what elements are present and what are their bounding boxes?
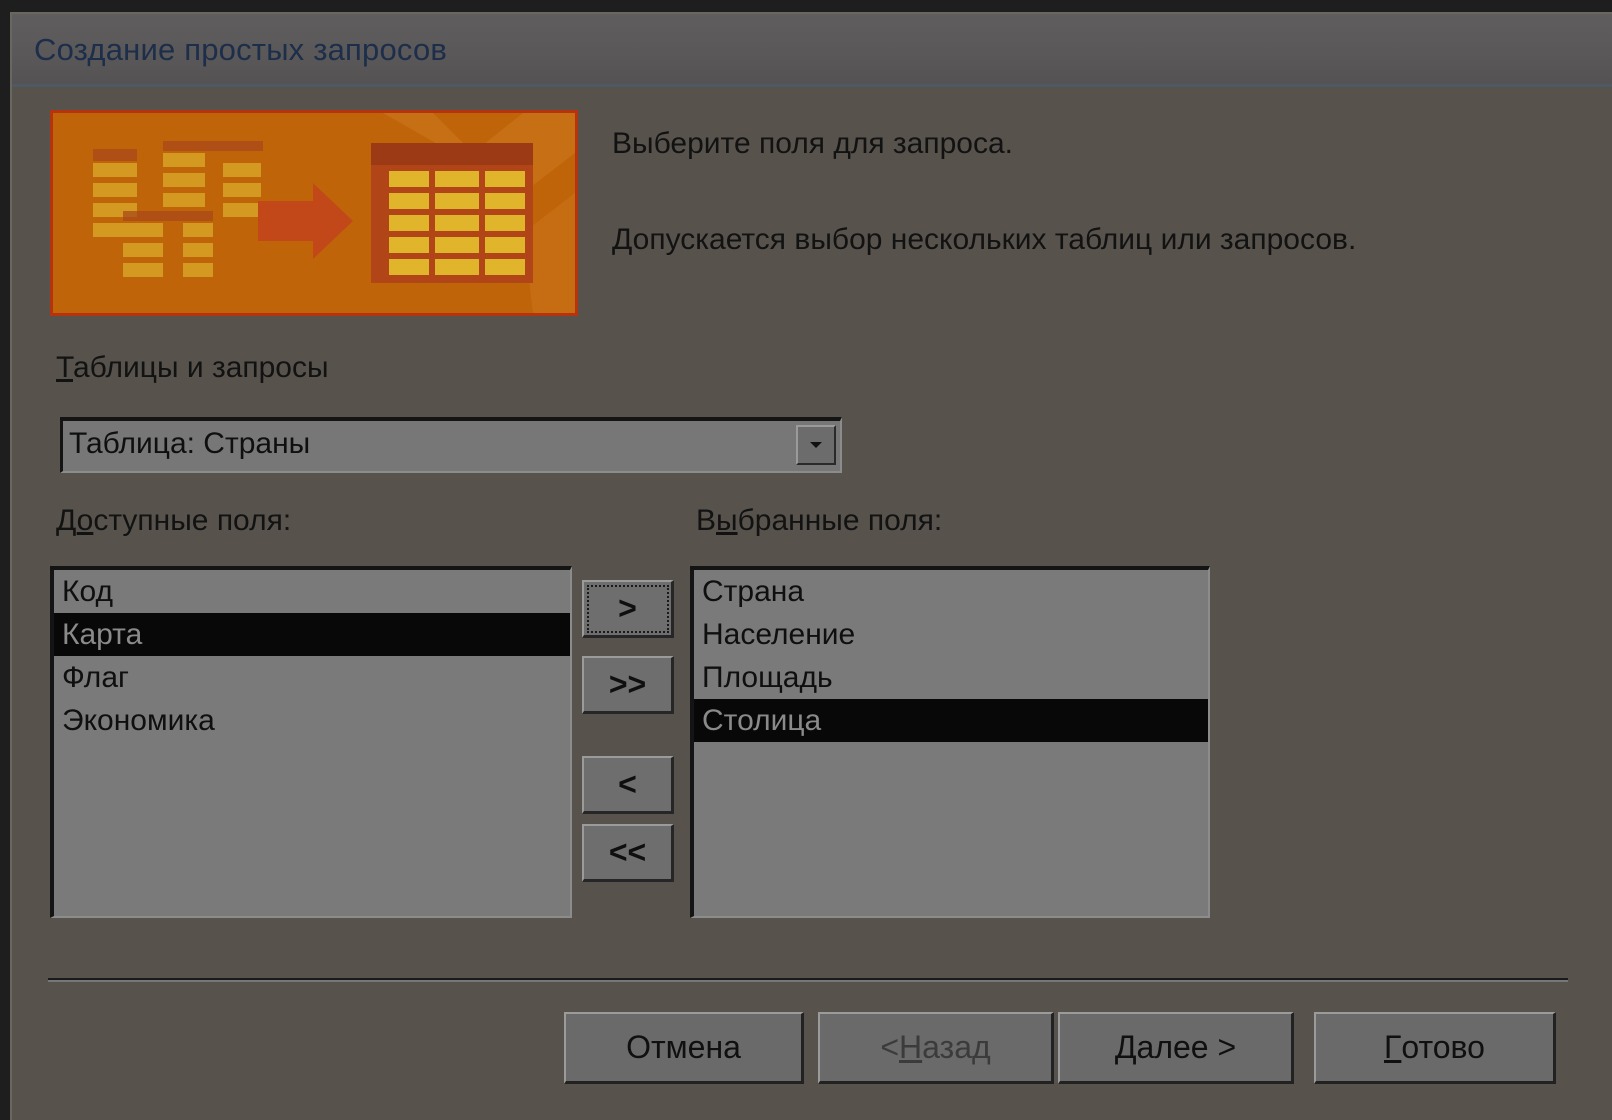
- finish-button[interactable]: Готово: [1314, 1012, 1556, 1084]
- available-fields-label: Доступные поля:: [56, 504, 291, 538]
- available-field-item-selected[interactable]: Карта: [54, 613, 570, 656]
- selected-field-item[interactable]: Площадь: [694, 656, 1208, 699]
- footer-separator: [48, 978, 1568, 982]
- combobox-value: Таблица: Страны: [69, 427, 311, 460]
- add-field-button[interactable]: >: [582, 580, 674, 638]
- selected-field-item[interactable]: Население: [694, 613, 1208, 656]
- back-label-post: азад: [922, 1029, 991, 1065]
- available-label-pre: Д: [56, 504, 77, 537]
- available-field-item[interactable]: Флаг: [54, 656, 570, 699]
- window-title: Создание простых запросов: [34, 32, 448, 67]
- finish-label-mnemonic: Г: [1384, 1029, 1402, 1065]
- selected-fields-listbox[interactable]: Страна Население Площадь Столица: [690, 566, 1210, 918]
- add-all-fields-button[interactable]: >>: [582, 656, 674, 714]
- wizard-illustration: [50, 110, 578, 316]
- intro-text-fields: Выберите поля для запроса.: [612, 127, 1013, 160]
- selected-label-pre: В: [696, 504, 717, 537]
- cancel-button[interactable]: Отмена: [564, 1012, 804, 1084]
- next-label-mnemonic: Д: [1114, 1029, 1137, 1065]
- simple-query-wizard-dialog: Создание простых запросов Выберите поля …: [10, 12, 1612, 1120]
- available-field-item[interactable]: Экономика: [54, 699, 570, 742]
- finish-label-post: отово: [1401, 1029, 1485, 1065]
- next-button[interactable]: Далее >: [1058, 1012, 1294, 1084]
- selected-label-post: бранные поля:: [737, 504, 943, 537]
- tables-queries-combobox[interactable]: Таблица: Страны: [60, 417, 842, 473]
- available-label-post: ступные поля:: [93, 504, 292, 537]
- selected-label-mnemonic: ы: [716, 504, 738, 537]
- selected-field-item-selected[interactable]: Столица: [694, 699, 1208, 742]
- tables-label-mnemonic: Т: [56, 351, 73, 384]
- table-to-query-icon: [53, 113, 575, 313]
- back-button[interactable]: < Назад: [818, 1012, 1054, 1084]
- back-label-pre: <: [880, 1029, 899, 1065]
- remove-all-fields-button[interactable]: <<: [582, 824, 674, 882]
- chevron-down-icon: [810, 442, 822, 448]
- available-fields-listbox[interactable]: Код Карта Флаг Экономика: [50, 566, 572, 918]
- selected-fields-label: Выбранные поля:: [696, 504, 942, 538]
- selected-field-item[interactable]: Страна: [694, 570, 1208, 613]
- tables-queries-label: Таблицы и запросы: [56, 351, 329, 385]
- combobox-dropdown-button[interactable]: [796, 425, 836, 465]
- available-field-item[interactable]: Код: [54, 570, 570, 613]
- back-label-mnemonic: Н: [899, 1029, 923, 1065]
- tables-label-text: аблицы и запросы: [72, 351, 329, 384]
- available-label-mnemonic: о: [76, 504, 94, 537]
- title-bar[interactable]: Создание простых запросов: [12, 14, 1612, 87]
- intro-text-multiple-tables: Допускается выбор нескольких таблиц или …: [612, 223, 1357, 256]
- remove-field-button[interactable]: <: [582, 756, 674, 814]
- next-label-post: алее >: [1136, 1029, 1237, 1065]
